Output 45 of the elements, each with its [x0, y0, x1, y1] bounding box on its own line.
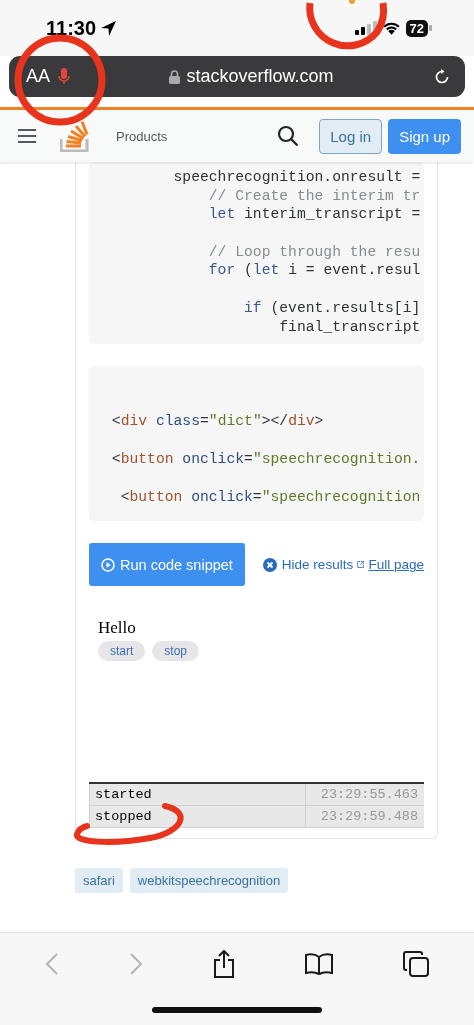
- stack-logo-icon[interactable]: [60, 120, 90, 152]
- code-line: <button onclick="speechrecognition: [119, 488, 421, 508]
- table-cell-text: 23:29:59.488: [319, 808, 419, 827]
- share-icon[interactable]: [213, 949, 235, 978]
- address-bar[interactable]: AA stackoverflow.com: [9, 56, 465, 97]
- run-snippet-button[interactable]: Run code snippet: [89, 543, 245, 587]
- code-line: final_transcript: [279, 317, 421, 337]
- table-cell: stopped: [89, 806, 306, 828]
- signal-icon: [354, 21, 377, 35]
- code-line: let interim_transcript =: [208, 205, 421, 225]
- signup-button[interactable]: Sign up: [388, 118, 461, 154]
- battery-indicator: 72: [405, 19, 428, 37]
- code-line: for (let i = event.resul: [208, 261, 421, 281]
- book-icon[interactable]: [305, 952, 333, 975]
- tabs-icon[interactable]: [403, 950, 429, 977]
- tag-chip[interactable]: webkitspeechrecognition: [129, 868, 289, 894]
- code-line: // Create the interim tr: [208, 186, 421, 206]
- search-icon[interactable]: [277, 125, 300, 147]
- products-link[interactable]: Products: [116, 128, 168, 144]
- code-line: <div class="dict"></div>: [110, 412, 324, 432]
- location-arrow-icon: [100, 19, 118, 37]
- play-icon: [101, 557, 115, 572]
- greeting-text: Hello: [98, 618, 137, 639]
- login-button[interactable]: Log in: [319, 118, 383, 154]
- tag-chip[interactable]: safari: [75, 868, 123, 894]
- code-line: if (event.results[i]: [244, 298, 421, 318]
- lock-icon: [169, 69, 181, 84]
- external-link-icon: [357, 559, 365, 571]
- code-line: // Loop through the resu: [208, 242, 421, 262]
- close-icon: [262, 557, 277, 572]
- hide-results-link[interactable]: Hide results: [262, 557, 354, 573]
- battery-tip-icon: [429, 25, 432, 31]
- code-line: <button onclick="speechrecognition.: [110, 450, 421, 470]
- clock-time: 11:30: [46, 16, 97, 40]
- result-button[interactable]: stop: [152, 641, 200, 662]
- full-page-link[interactable]: Full page: [368, 557, 424, 573]
- table-cell: started: [89, 784, 306, 806]
- wifi-icon: [381, 21, 401, 35]
- text-size-button[interactable]: AA: [26, 66, 50, 87]
- code-line: speechrecognition.onresult =: [173, 168, 421, 187]
- reload-icon[interactable]: [433, 67, 451, 86]
- table-cell-text: 23:29:55.463: [319, 786, 419, 805]
- result-button[interactable]: start: [98, 641, 146, 662]
- url-text: stackoverflow.com: [186, 66, 334, 87]
- menu-icon[interactable]: [18, 129, 36, 143]
